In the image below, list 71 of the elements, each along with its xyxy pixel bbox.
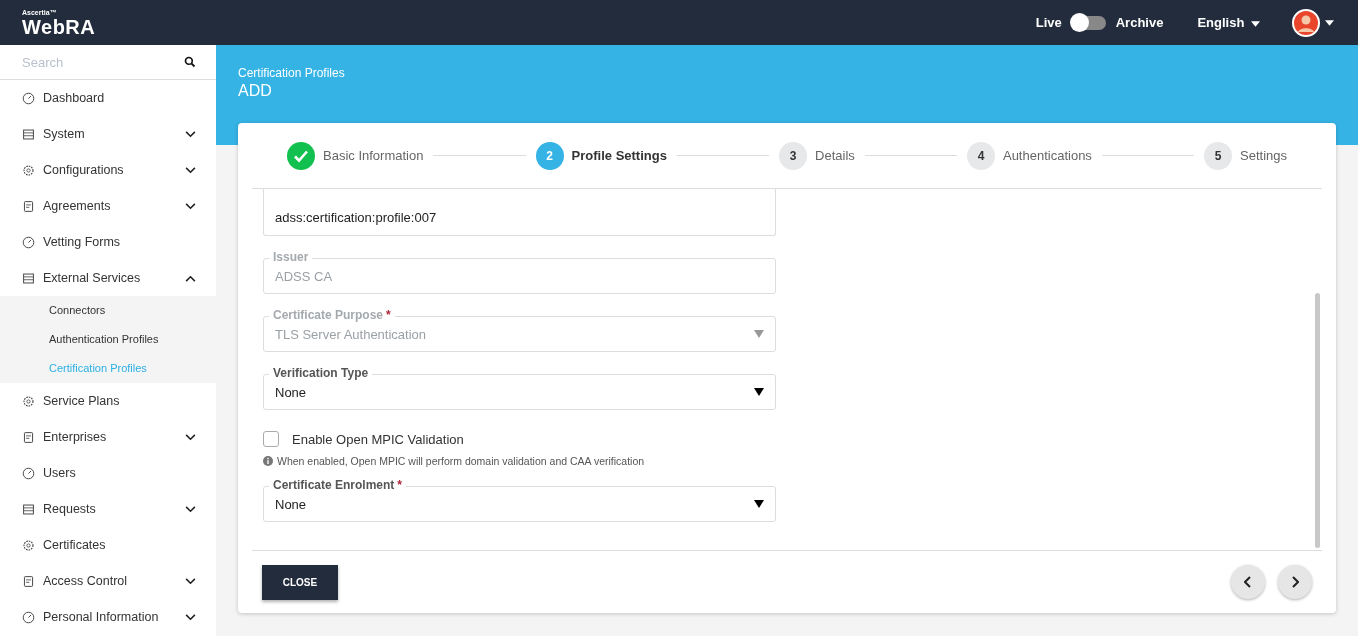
sidebar-item[interactable]: System	[0, 116, 216, 152]
menu-item-icon	[22, 502, 35, 516]
chevron-down-icon[interactable]	[185, 433, 196, 441]
dropdown-arrow-icon	[754, 330, 764, 338]
checkbox-option[interactable]: Enable Open MPIC Validation	[263, 431, 464, 447]
sidebar-item[interactable]: Access Control	[0, 563, 216, 599]
brand-logo: WebRA	[22, 16, 96, 37]
chevron-down-icon[interactable]	[185, 577, 196, 585]
sidebar-item[interactable]: External Services	[0, 260, 216, 296]
sidebar-item[interactable]: Configurations	[0, 152, 216, 188]
menu-item-icon	[22, 466, 35, 480]
chevron-down-icon[interactable]	[185, 130, 196, 138]
caret-icon	[1251, 20, 1260, 27]
menu-item-icon	[22, 199, 35, 213]
menu-item-icon	[22, 91, 35, 105]
info-icon	[263, 456, 273, 466]
search-icon[interactable]	[184, 56, 196, 68]
menu-item-icon	[22, 271, 35, 285]
chevron-down-icon[interactable]	[185, 202, 196, 210]
wizard-step[interactable]: 5 Settings	[1204, 141, 1287, 170]
dropdown-arrow-icon	[754, 500, 764, 508]
mode-toggle[interactable]	[1071, 15, 1106, 30]
check-icon	[287, 141, 315, 170]
next-button[interactable]	[1278, 565, 1312, 599]
archive-label: Archive	[1115, 15, 1164, 30]
chevron-down-icon[interactable]	[185, 166, 196, 174]
wizard-step[interactable]: 4 Authentications	[966, 141, 1092, 170]
previous-button[interactable]	[1231, 565, 1265, 599]
menu-item-icon	[22, 127, 35, 141]
step-number: 5	[1204, 141, 1232, 170]
sidebar-item[interactable]: Users	[0, 455, 216, 491]
close-button[interactable]: CLOSE	[262, 564, 338, 600]
wizard-step[interactable]: 3 Details	[779, 141, 855, 170]
input-field[interactable]: adss:certification:profile:007	[263, 189, 776, 236]
page-title: ADD	[238, 82, 273, 100]
step-number: 2	[535, 141, 564, 170]
chevron-up-icon[interactable]	[185, 274, 196, 282]
menu-item-icon	[22, 394, 35, 408]
submenu-item[interactable]: Authentication Profiles	[0, 325, 216, 354]
chevron-left-icon	[1244, 576, 1252, 588]
checkbox[interactable]	[263, 431, 279, 447]
sidebar-item[interactable]: Service Plans	[0, 383, 216, 419]
sidebar-item[interactable]: Requests	[0, 491, 216, 527]
menu-item-icon	[22, 538, 35, 552]
sidebar-item[interactable]: Dashboard	[0, 80, 216, 116]
wizard-step[interactable]: 2 Profile Settings	[535, 141, 667, 170]
sidebar-item[interactable]: Personal Information	[0, 599, 216, 635]
menu-item-icon	[22, 574, 35, 588]
step-number: 3	[779, 141, 808, 170]
wizard-step[interactable]: Basic Information	[287, 141, 424, 170]
menu-item-icon	[22, 163, 35, 177]
language-dropdown[interactable]: English	[1191, 14, 1266, 31]
chevron-right-icon	[1291, 576, 1299, 588]
breadcrumb: Certification Profiles	[238, 66, 346, 80]
sidebar-item[interactable]: Enterprises	[0, 419, 216, 455]
submenu-item[interactable]: Connectors	[0, 296, 216, 325]
chevron-down-icon[interactable]	[185, 613, 196, 621]
caret-icon[interactable]	[1325, 19, 1334, 26]
dropdown-arrow-icon	[754, 388, 764, 396]
scrollbar-thumb[interactable]	[1315, 293, 1320, 548]
sidebar-item[interactable]: Agreements	[0, 188, 216, 224]
sidebar-item[interactable]: Certificates	[0, 527, 216, 563]
menu-item-icon	[22, 235, 35, 249]
step-number: 4	[966, 141, 995, 170]
avatar-icon[interactable]	[1292, 8, 1320, 37]
chevron-down-icon[interactable]	[185, 505, 196, 513]
sidebar-item[interactable]: Vetting Forms	[0, 224, 216, 260]
menu-item-icon	[22, 610, 35, 624]
hint-text: When enabled, Open MPIC will perform domain validation and CAA verification	[277, 455, 645, 467]
live-label: Live	[1035, 15, 1062, 30]
menu-item-icon	[22, 430, 35, 444]
